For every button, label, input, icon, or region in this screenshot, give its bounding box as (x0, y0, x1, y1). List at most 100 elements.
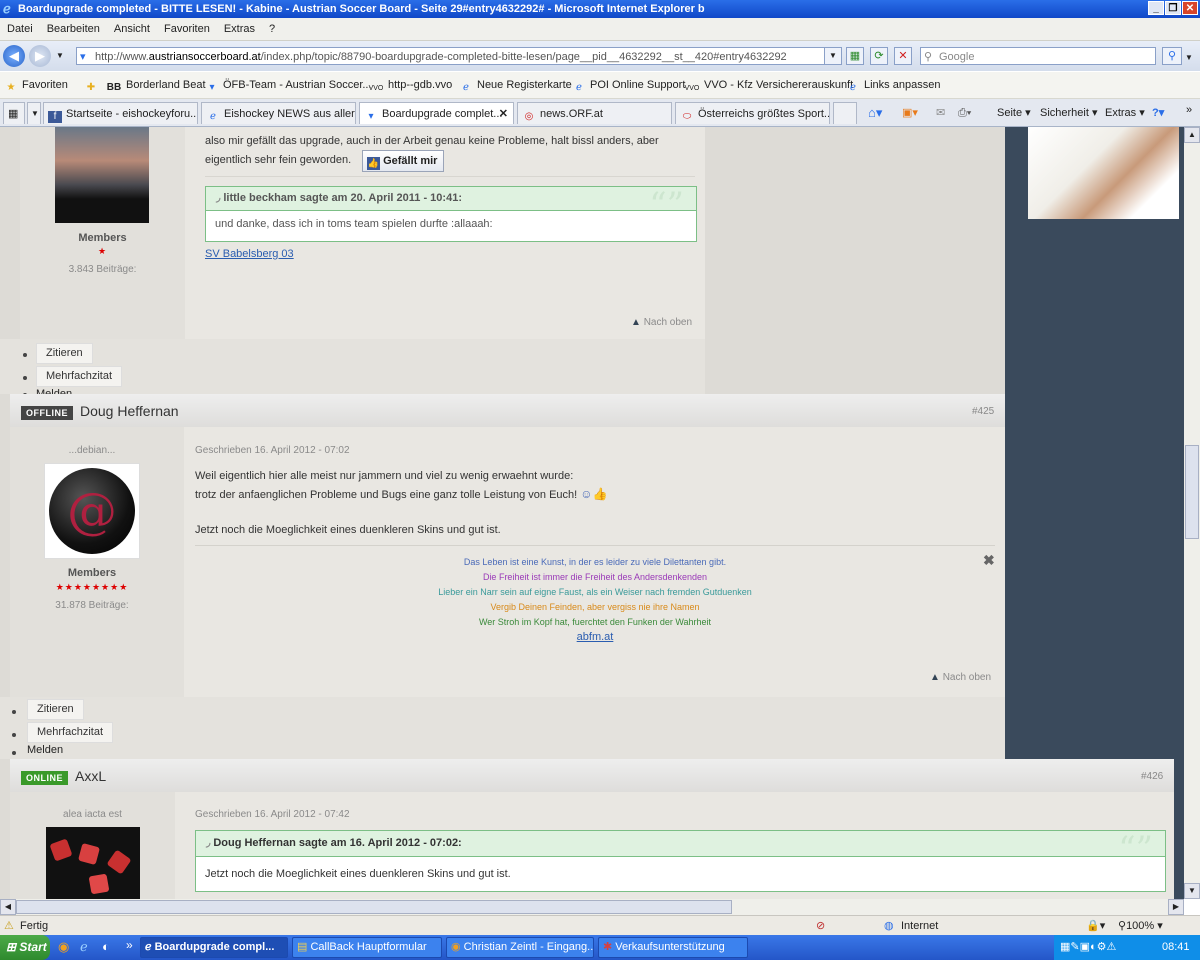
menu-bearbeiten[interactable]: Bearbeiten (40, 18, 107, 40)
feeds-icon[interactable]: ▣▾ (902, 102, 918, 124)
quote-body: und danke, dass ich in toms team spielen… (215, 218, 493, 230)
up-arrow-icon: ▲ (930, 672, 943, 683)
address-dropdown-button[interactable]: ▼ (824, 47, 842, 65)
forward-button[interactable]: ▶ (29, 45, 51, 67)
menu-bar: Datei Bearbeiten Ansicht Favoriten Extras? (0, 18, 1200, 41)
signature-link[interactable]: SV Babelsberg 03 (205, 248, 294, 260)
vertical-scrollbar[interactable]: ▲ ▼ (1184, 127, 1200, 899)
tab-eishockeyforum[interactable]: f Startseite - eishockeyforu... (43, 102, 198, 124)
add-favorite-icon[interactable]: ✚ (84, 72, 102, 98)
quicklaunch-media-icon[interactable]: ◐ (102, 939, 110, 954)
member-tagline: alea iacta est (63, 809, 122, 820)
post-author-name[interactable]: Doug Heffernan (80, 403, 179, 419)
scroll-thumb[interactable] (16, 900, 732, 914)
multiquote-button[interactable]: Mehrfachzitat (27, 722, 114, 743)
tab-list-button[interactable]: ▼ (27, 102, 41, 124)
fav-poi[interactable]: ℯ POI Online Support (572, 72, 685, 98)
search-button[interactable]: ⚲ (1162, 47, 1182, 65)
mail-icon[interactable]: ✉ (936, 102, 945, 124)
outlook-icon: ◉ (451, 941, 464, 953)
post-number[interactable]: #425 (972, 406, 994, 417)
fav-borderland[interactable]: BB Borderland Beat (106, 72, 206, 98)
scroll-up-button[interactable]: ▲ (1184, 127, 1200, 143)
like-button[interactable]: 👍 Gefällt mir (362, 150, 445, 172)
back-button[interactable]: ◀ (3, 45, 25, 67)
clock[interactable]: 08:41 (1162, 935, 1190, 960)
menu-datei[interactable]: Datei (0, 18, 40, 40)
tab-bar: ▦ ▼ f Startseite - eishockeyforu... ℯ Eish… (0, 99, 1200, 127)
multiquote-button[interactable]: Mehrfachzitat (36, 366, 123, 387)
menu-help[interactable]: ? (262, 18, 282, 40)
maximize-button[interactable]: ❐ (1165, 1, 1181, 15)
compat-view-icon[interactable]: ▦ (846, 47, 864, 65)
status-badge: ONLINE (21, 771, 69, 785)
back-to-top-link[interactable]: ▲ Nach oben (930, 672, 991, 683)
menu-ansicht[interactable]: Ansicht (107, 18, 157, 40)
fav-vvo-kfz[interactable]: VVO VVO - Kfz Versichererauskunft (684, 72, 854, 98)
search-options-icon[interactable]: ▼ (1185, 53, 1193, 62)
history-dropdown-icon[interactable]: ▼ (56, 51, 64, 60)
task-boardupgrade[interactable]: ℯ Boardupgrade compl... (140, 937, 288, 958)
post-number[interactable]: #426 (1141, 771, 1163, 782)
task-outlook[interactable]: ◉ Christian Zeintl - Eingang... (446, 937, 594, 958)
scroll-right-button[interactable]: ▶ (1168, 899, 1184, 915)
quote-button[interactable]: Zitieren (36, 343, 93, 364)
tray-icons[interactable]: ▦✎▣◐⚙⚠ (1060, 935, 1116, 960)
tab-boardupgrade[interactable]: ▾ Boardupgrade complet... ✕ (359, 102, 514, 124)
favorites-button[interactable]: ★ Favoriten (4, 72, 68, 98)
horizontal-scrollbar[interactable]: ◀ ▶ (0, 899, 1184, 915)
quick-tabs-button[interactable]: ▦ (3, 102, 25, 124)
report-link[interactable]: Melden (27, 744, 63, 756)
task-callback[interactable]: ▤ CallBack Hauptformular (292, 937, 442, 958)
tools-menu[interactable]: Extras ▾ (1105, 102, 1145, 124)
scroll-left-button[interactable]: ◀ (0, 899, 16, 915)
security-menu[interactable]: Sicherheit ▾ (1040, 102, 1098, 124)
tab-sport[interactable]: ⬭ Österreichs größtes Sport... (675, 102, 830, 124)
windows-logo-icon: ⊞ (6, 940, 17, 954)
stop-icon[interactable]: ✕ (894, 47, 912, 65)
lock-icon[interactable]: 🔒▾ (1086, 916, 1105, 936)
title-bar: ℯ Boardupgrade completed - BITTE LESEN! … (0, 0, 1200, 18)
post-author-name[interactable]: AxxL (75, 768, 106, 784)
quicklaunch-more-icon[interactable]: » (126, 938, 133, 952)
avatar[interactable] (55, 127, 149, 223)
print-icon[interactable]: ⎙▾ (958, 102, 971, 124)
avatar[interactable]: @ (44, 463, 140, 559)
signature-line: Lieber ein Narr sein auf eigne Faust, al… (438, 587, 752, 597)
zoom-control[interactable]: ⚲100% ▾ (1118, 916, 1163, 936)
fav-gdb[interactable]: VVO http--gdb.vvo (368, 72, 453, 98)
tab-close-icon[interactable]: ✕ (499, 103, 508, 124)
scroll-down-button[interactable]: ▼ (1184, 883, 1200, 899)
quicklaunch-ie-icon[interactable]: ℯ (80, 939, 88, 955)
fav-oefb[interactable]: ▾ ÖFB-Team - Austrian Soccer... (205, 72, 371, 98)
fav-links-anpassen[interactable]: ℯ Links anpassen (846, 72, 940, 98)
signature-line: Wer Stroh im Kopf hat, fuerchtet den Fun… (478, 617, 712, 627)
address-toolbar: ◀ ▶ ▼ ▾ http://www.austriansoccerboard.a… (0, 41, 1200, 71)
task-verkauf[interactable]: ✱ Verkaufsunterstützung (598, 937, 748, 958)
list-bullet (12, 733, 16, 737)
search-input[interactable]: ⚲ Google (920, 47, 1156, 65)
quote-button[interactable]: Zitieren (27, 699, 84, 720)
post-date: Geschrieben 16. April 2012 - 07:02 (195, 445, 350, 456)
scroll-thumb[interactable] (1185, 445, 1199, 539)
new-tab-button[interactable] (833, 102, 857, 124)
help-icon[interactable]: ?▾ (1152, 102, 1164, 124)
tab-orf[interactable]: ◎ news.ORF.at (517, 102, 672, 124)
menu-extras[interactable]: Extras (217, 18, 262, 40)
more-commands-icon[interactable]: » (1186, 99, 1192, 121)
start-button[interactable]: ⊞ Start (0, 935, 50, 960)
protected-mode-icon[interactable]: ⊘ (816, 916, 825, 936)
tab-eishockey-news[interactable]: ℯ Eishockey NEWS aus aller ... (201, 102, 356, 124)
back-to-top-link[interactable]: ▲ Nach oben (631, 317, 692, 328)
minimize-button[interactable]: _ (1148, 1, 1164, 15)
close-button[interactable]: ✕ (1182, 1, 1198, 15)
avatar[interactable] (46, 827, 140, 899)
quicklaunch-outlook-icon[interactable]: ◉ (58, 939, 69, 955)
signature-link[interactable]: abfm.at (195, 631, 995, 643)
page-menu[interactable]: Seite ▾ (997, 102, 1031, 124)
address-input[interactable]: ▾ http://www.austriansoccerboard.at/inde… (76, 47, 838, 65)
refresh-icon[interactable]: ⟳ (870, 47, 888, 65)
fav-neue-registerkarte[interactable]: ℯ Neue Registerkarte (459, 72, 572, 98)
menu-favoriten[interactable]: Favoriten (157, 18, 217, 40)
home-icon[interactable]: ⌂▾ (868, 102, 882, 124)
